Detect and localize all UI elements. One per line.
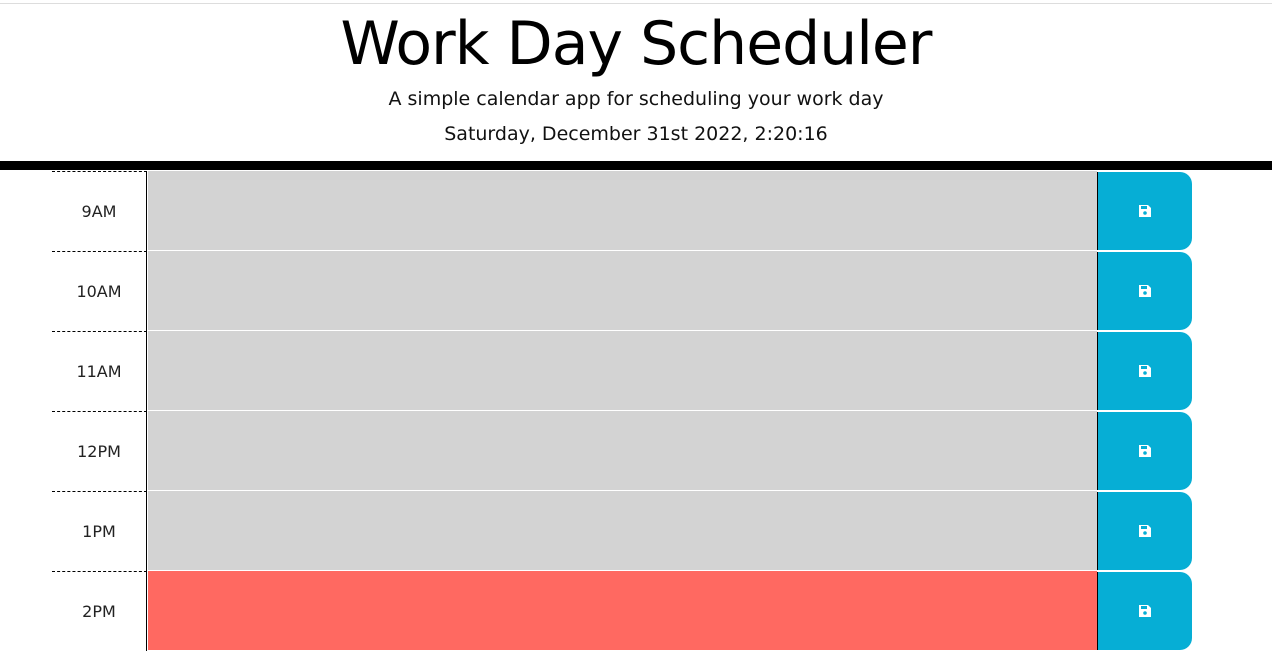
floppy-disk-icon [1139, 525, 1151, 537]
event-description-input[interactable] [148, 571, 1097, 651]
save-button[interactable] [1097, 172, 1192, 250]
floppy-disk-icon [1139, 445, 1151, 457]
time-block: 9AM [52, 171, 1192, 251]
time-block-list: 9AM 10AM 11AM 12PM 1PM 2PM [52, 171, 1192, 651]
event-description-input[interactable] [148, 171, 1097, 251]
floppy-disk-icon [1139, 285, 1151, 297]
event-description-input[interactable] [148, 491, 1097, 571]
save-button[interactable] [1097, 492, 1192, 570]
hour-label: 12PM [52, 411, 147, 491]
hour-label: 10AM [52, 251, 147, 331]
floppy-disk-icon [1139, 605, 1151, 617]
time-block: 10AM [52, 251, 1192, 331]
save-button[interactable] [1097, 412, 1192, 490]
floppy-disk-icon [1139, 205, 1151, 217]
time-block: 2PM [52, 571, 1192, 651]
header-border [0, 161, 1272, 170]
hour-label: 2PM [52, 571, 147, 651]
save-button[interactable] [1097, 572, 1192, 650]
page-header: Work Day Scheduler A simple calendar app… [0, 0, 1272, 162]
event-description-input[interactable] [148, 331, 1097, 411]
event-description-input[interactable] [148, 411, 1097, 491]
hour-label: 1PM [52, 491, 147, 571]
current-date-time: Saturday, December 31st 2022, 2:20:16 [444, 123, 828, 145]
page-title: Work Day Scheduler [340, 9, 933, 79]
time-block: 12PM [52, 411, 1192, 491]
hour-label: 9AM [52, 171, 147, 251]
hour-label: 11AM [52, 331, 147, 411]
time-block: 11AM [52, 331, 1192, 411]
page-subtitle: A simple calendar app for scheduling you… [388, 88, 884, 110]
save-button[interactable] [1097, 332, 1192, 410]
event-description-input[interactable] [148, 251, 1097, 331]
floppy-disk-icon [1139, 365, 1151, 377]
time-block: 1PM [52, 491, 1192, 571]
save-button[interactable] [1097, 252, 1192, 330]
